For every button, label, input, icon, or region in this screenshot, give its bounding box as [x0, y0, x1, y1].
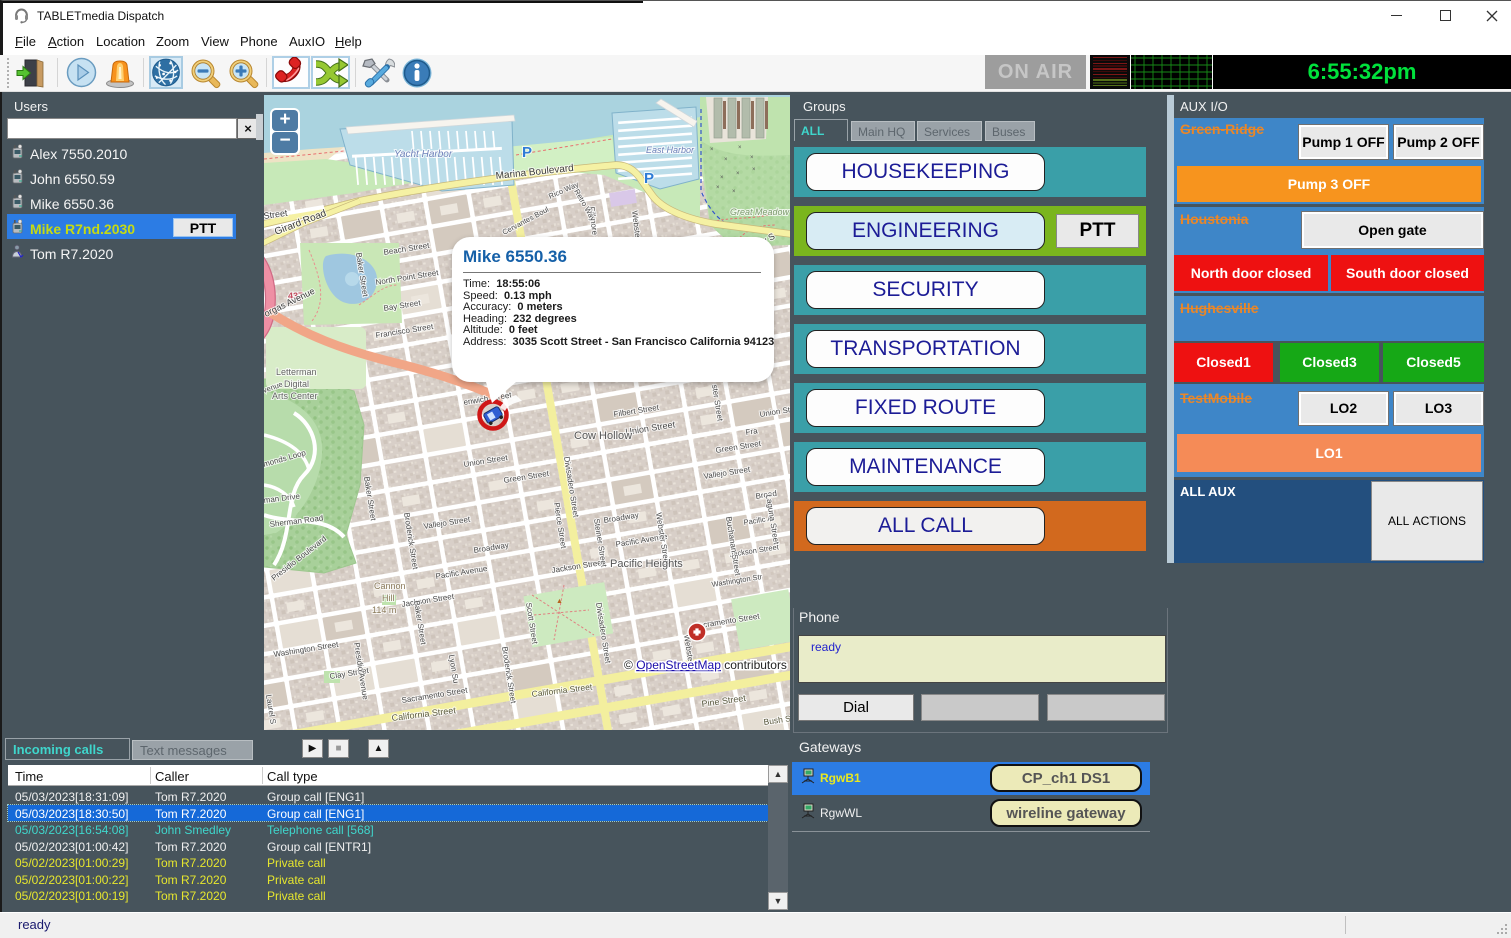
svg-text:×: × — [732, 189, 736, 195]
svg-text:Digital: Digital — [284, 379, 309, 389]
svg-text:×: × — [752, 167, 756, 173]
svg-text:Cannon: Cannon — [374, 581, 406, 591]
svg-text:East Harbor: East Harbor — [646, 145, 695, 155]
svg-text:Hill: Hill — [382, 593, 395, 603]
svg-text:×: × — [750, 155, 754, 161]
svg-text:Great Meadow: Great Meadow — [730, 207, 790, 217]
svg-text:×: × — [710, 147, 714, 153]
svg-text:×: × — [716, 185, 720, 191]
svg-text:×: × — [720, 175, 724, 181]
svg-text:×: × — [738, 145, 742, 151]
svg-text:P: P — [522, 144, 532, 161]
svg-text:Cow Hollow: Cow Hollow — [574, 430, 632, 442]
svg-text:×: × — [724, 157, 728, 163]
svg-text:Yacht Harbor: Yacht Harbor — [394, 149, 453, 160]
svg-text:Pacific Heights: Pacific Heights — [610, 558, 683, 570]
svg-text:© OpenStreetMap contributors: © OpenStreetMap contributors — [624, 658, 787, 672]
svg-text:Letterman: Letterman — [276, 367, 317, 377]
svg-text:Arts Center: Arts Center — [272, 391, 318, 401]
svg-text:▲: ▲ — [556, 598, 563, 605]
svg-text:114 m: 114 m — [372, 605, 396, 615]
svg-text:P: P — [644, 170, 654, 187]
svg-text:×: × — [736, 171, 740, 177]
